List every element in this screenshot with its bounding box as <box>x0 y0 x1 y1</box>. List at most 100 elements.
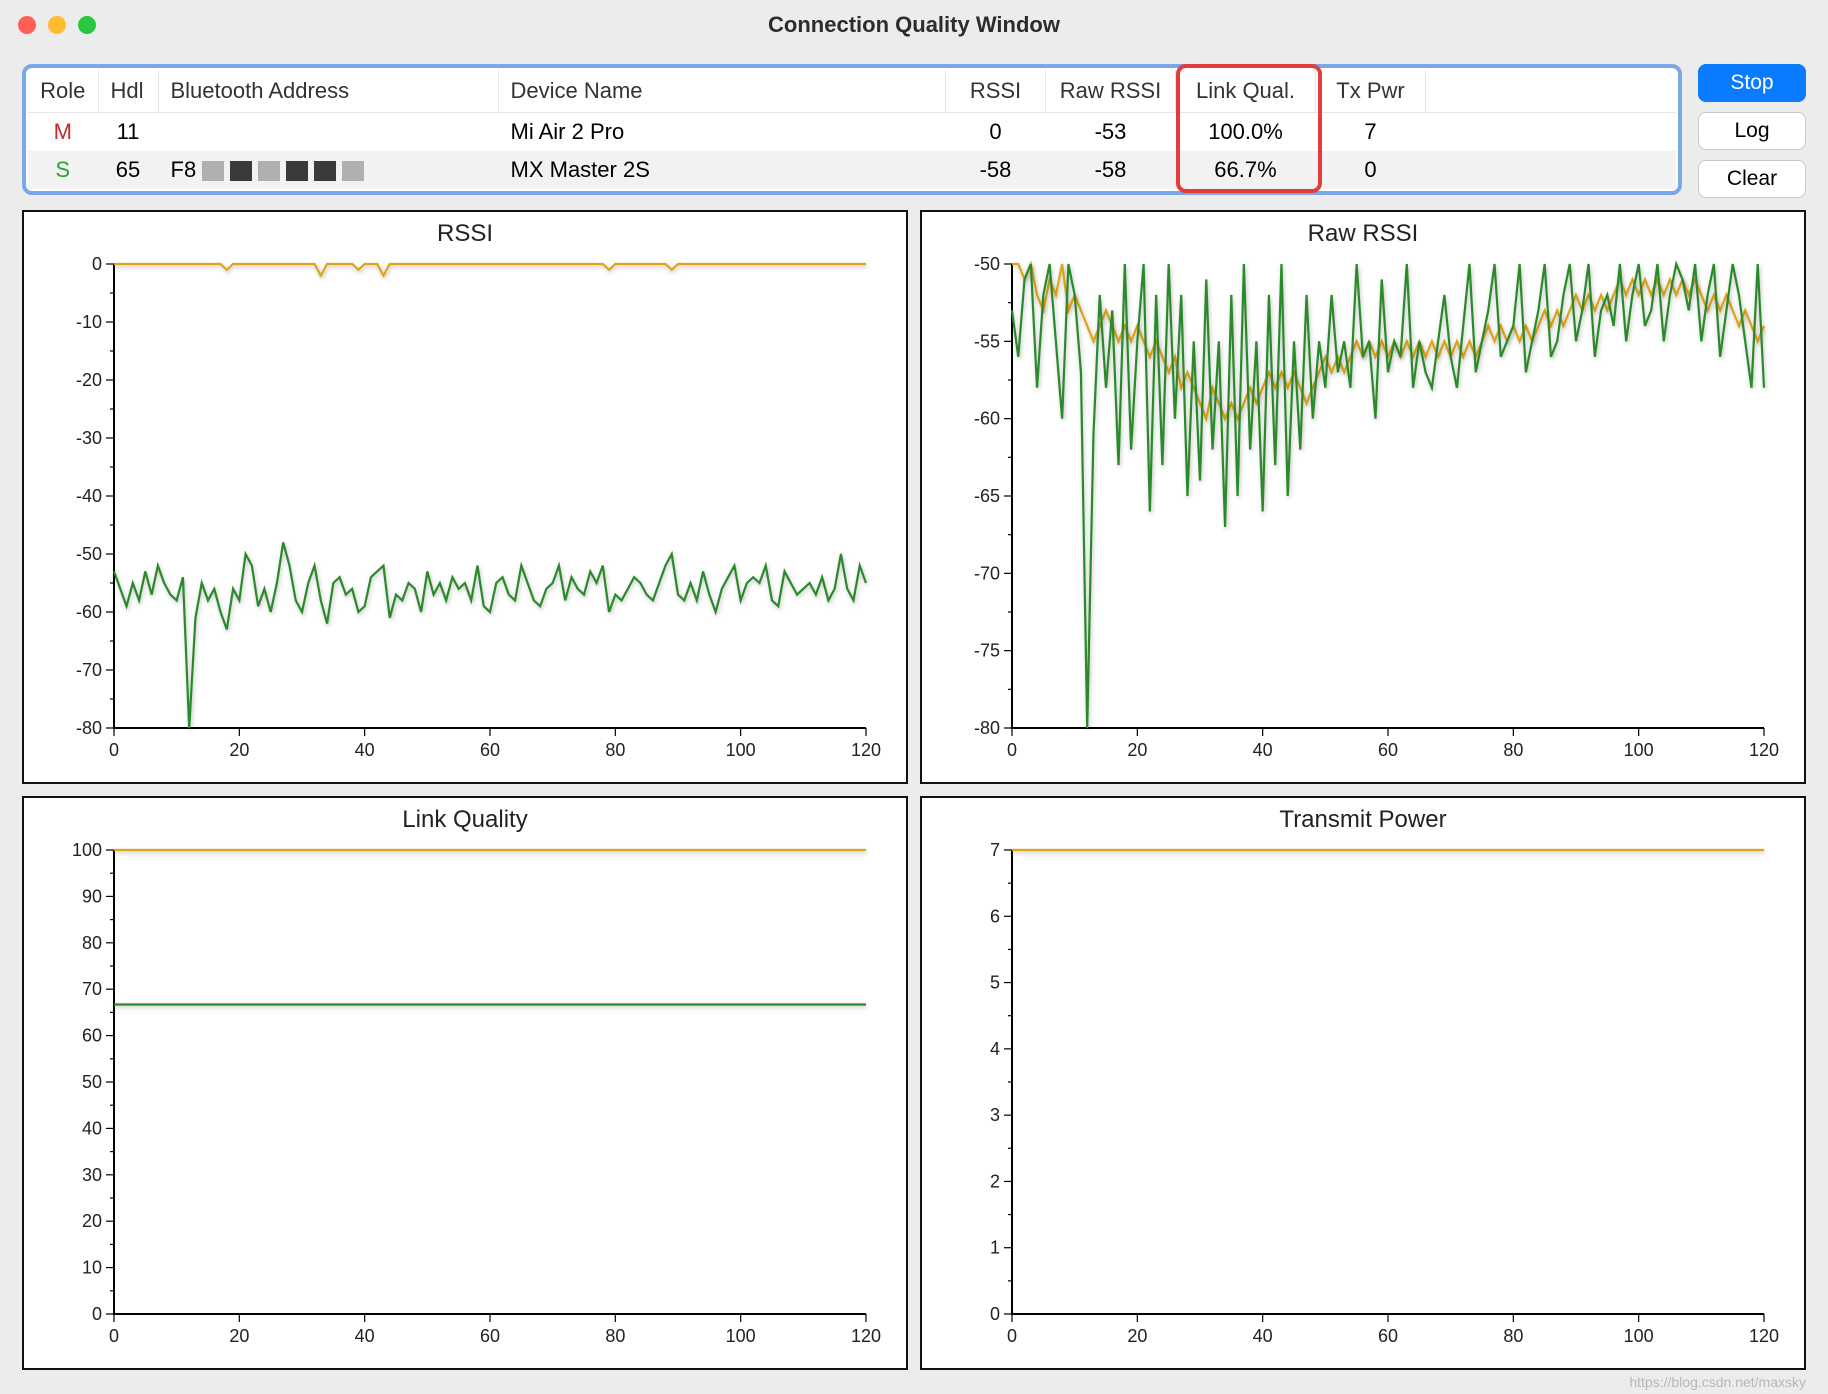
svg-text:1: 1 <box>990 1238 1000 1258</box>
svg-text:0: 0 <box>1007 740 1017 760</box>
svg-text:20: 20 <box>82 1211 102 1231</box>
svg-text:5: 5 <box>990 973 1000 993</box>
svg-text:60: 60 <box>480 740 500 760</box>
devices-table-container: Role Hdl Bluetooth Address Device Name R… <box>22 64 1682 195</box>
devices-table: Role Hdl Bluetooth Address Device Name R… <box>28 70 1676 189</box>
col-rssi[interactable]: RSSI <box>946 70 1046 113</box>
svg-text:120: 120 <box>1749 740 1779 760</box>
svg-text:2: 2 <box>990 1171 1000 1191</box>
chart-rssi: RSSI -80-70-60-50-40-30-20-1000204060801… <box>22 210 908 784</box>
svg-text:60: 60 <box>82 1026 102 1046</box>
svg-text:30: 30 <box>82 1165 102 1185</box>
cell-rssi: -58 <box>946 151 1046 189</box>
col-btaddr[interactable]: Bluetooth Address <box>158 70 498 113</box>
cell-role: S <box>28 151 98 189</box>
cell-devname: Mi Air 2 Pro <box>498 113 946 152</box>
col-linkqual[interactable]: Link Qual. <box>1176 70 1316 113</box>
chart-title: RSSI <box>44 220 886 248</box>
cell-rawrssi: -53 <box>1046 113 1176 152</box>
cell-hdl: 65 <box>98 151 158 189</box>
svg-text:-40: -40 <box>76 486 102 506</box>
svg-text:100: 100 <box>1624 740 1654 760</box>
cell-txpwr: 7 <box>1316 113 1426 152</box>
window-titlebar: Connection Quality Window <box>0 0 1828 50</box>
col-rawrssi[interactable]: Raw RSSI <box>1046 70 1176 113</box>
svg-text:-20: -20 <box>76 370 102 390</box>
svg-text:50: 50 <box>82 1072 102 1092</box>
close-icon[interactable] <box>18 16 36 34</box>
svg-text:7: 7 <box>990 840 1000 860</box>
svg-text:40: 40 <box>355 1326 375 1346</box>
svg-text:80: 80 <box>1503 1326 1523 1346</box>
svg-text:40: 40 <box>1253 1326 1273 1346</box>
svg-text:-65: -65 <box>974 486 1000 506</box>
svg-text:120: 120 <box>851 740 881 760</box>
cell-devname: MX Master 2S <box>498 151 946 189</box>
table-row[interactable]: S 65 F8 MX Master 2S -58 -58 66.7% 0 <box>28 151 1676 189</box>
svg-text:80: 80 <box>1503 740 1523 760</box>
svg-text:-55: -55 <box>974 331 1000 351</box>
svg-text:70: 70 <box>82 979 102 999</box>
stop-button[interactable]: Stop <box>1698 64 1806 102</box>
svg-text:20: 20 <box>1127 740 1147 760</box>
svg-text:0: 0 <box>109 740 119 760</box>
svg-text:0: 0 <box>109 1326 119 1346</box>
svg-text:0: 0 <box>1007 1326 1017 1346</box>
svg-text:120: 120 <box>1749 1326 1779 1346</box>
svg-text:100: 100 <box>726 1326 756 1346</box>
svg-text:100: 100 <box>1624 1326 1654 1346</box>
svg-text:-30: -30 <box>76 428 102 448</box>
cell-txpwr: 0 <box>1316 151 1426 189</box>
svg-text:40: 40 <box>355 740 375 760</box>
col-role[interactable]: Role <box>28 70 98 113</box>
cell-linkqual: 100.0% <box>1176 113 1316 152</box>
svg-text:-10: -10 <box>76 312 102 332</box>
chart-title: Raw RSSI <box>942 220 1784 248</box>
col-hdl[interactable]: Hdl <box>98 70 158 113</box>
cell-linkqual: 66.7% <box>1176 151 1316 189</box>
log-button[interactable]: Log <box>1698 112 1806 150</box>
svg-text:-75: -75 <box>974 641 1000 661</box>
chart-title: Link Quality <box>44 806 886 834</box>
svg-text:-70: -70 <box>974 563 1000 583</box>
cell-hdl: 11 <box>98 113 158 152</box>
col-devname[interactable]: Device Name <box>498 70 946 113</box>
chart-link-quality: Link Quality 010203040506070809010002040… <box>22 796 908 1370</box>
cell-btaddr <box>158 113 498 152</box>
cell-rawrssi: -58 <box>1046 151 1176 189</box>
svg-text:6: 6 <box>990 906 1000 926</box>
watermark: https://blog.csdn.net/maxsky <box>1629 1374 1806 1390</box>
svg-text:0: 0 <box>92 1304 102 1324</box>
cell-rssi: 0 <box>946 113 1046 152</box>
svg-text:80: 80 <box>82 933 102 953</box>
svg-text:60: 60 <box>1378 1326 1398 1346</box>
svg-text:120: 120 <box>851 1326 881 1346</box>
cell-btaddr: F8 <box>158 151 498 189</box>
svg-text:20: 20 <box>229 1326 249 1346</box>
svg-text:90: 90 <box>82 886 102 906</box>
clear-button[interactable]: Clear <box>1698 160 1806 198</box>
svg-text:60: 60 <box>480 1326 500 1346</box>
svg-text:80: 80 <box>605 1326 625 1346</box>
svg-text:80: 80 <box>605 740 625 760</box>
svg-text:-70: -70 <box>76 660 102 680</box>
svg-text:60: 60 <box>1378 740 1398 760</box>
svg-text:40: 40 <box>82 1118 102 1138</box>
svg-text:-80: -80 <box>76 718 102 738</box>
svg-text:-50: -50 <box>974 254 1000 274</box>
chart-title: Transmit Power <box>942 806 1784 834</box>
cell-role: M <box>28 113 98 152</box>
chart-tx-power: Transmit Power 01234567020406080100120 <box>920 796 1806 1370</box>
col-txpwr[interactable]: Tx Pwr <box>1316 70 1426 113</box>
minimize-icon[interactable] <box>48 16 66 34</box>
svg-text:4: 4 <box>990 1039 1000 1059</box>
svg-text:100: 100 <box>72 840 102 860</box>
svg-text:-80: -80 <box>974 718 1000 738</box>
window-title: Connection Quality Window <box>0 12 1828 38</box>
svg-text:-60: -60 <box>974 409 1000 429</box>
svg-text:-60: -60 <box>76 602 102 622</box>
svg-text:3: 3 <box>990 1105 1000 1125</box>
svg-text:0: 0 <box>92 254 102 274</box>
table-row[interactable]: M 11 Mi Air 2 Pro 0 -53 100.0% 7 <box>28 113 1676 152</box>
zoom-icon[interactable] <box>78 16 96 34</box>
